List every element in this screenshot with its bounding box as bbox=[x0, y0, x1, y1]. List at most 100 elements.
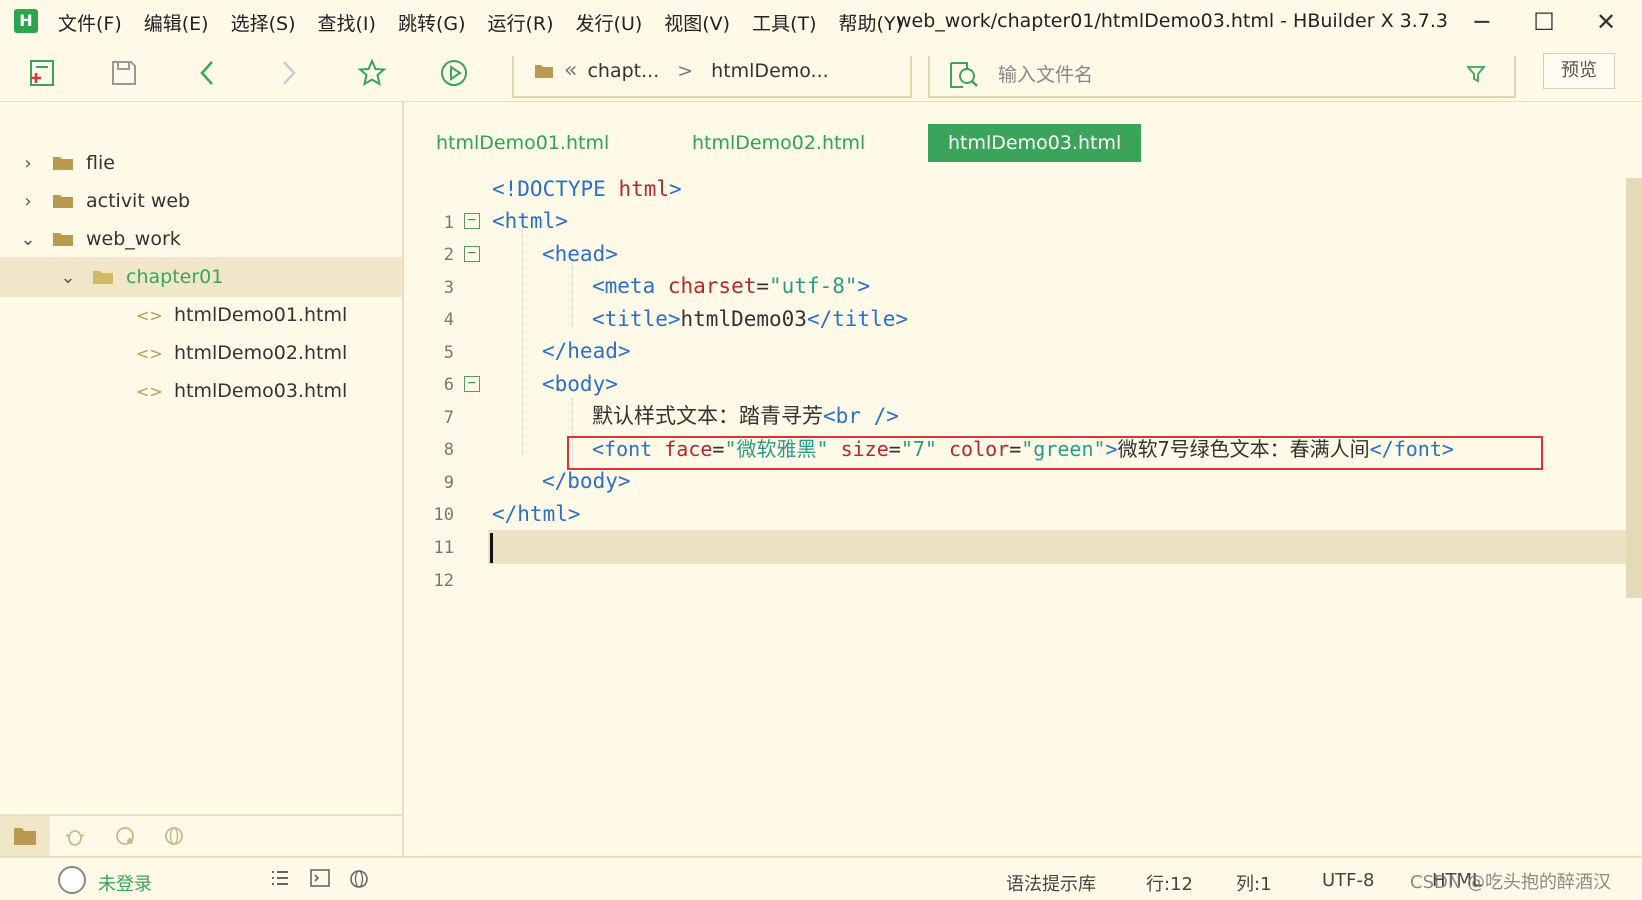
code-line: 2 − <html> bbox=[404, 204, 1626, 265]
cursor-row: 行:12 bbox=[1146, 874, 1193, 895]
code-editor[interactable]: 1 <!DOCTYPE html> 2 − <html> 3 − <head> … bbox=[404, 177, 1626, 808]
tree-item-label: htmlDemo02.html bbox=[174, 342, 348, 364]
chevron-right-icon[interactable]: › bbox=[18, 191, 38, 212]
terminal-icon[interactable] bbox=[310, 868, 330, 893]
favorite-star-icon[interactable] bbox=[354, 55, 390, 91]
preview-button[interactable]: 预览 bbox=[1543, 53, 1615, 89]
file-search-field[interactable]: 输入文件名 bbox=[928, 56, 1516, 98]
code-line: 7 − <body> bbox=[404, 367, 1626, 428]
breadcrumb-item-file[interactable]: htmlDemo... bbox=[711, 60, 829, 82]
folder-open-icon bbox=[93, 271, 113, 284]
fold-toggle-icon[interactable]: − bbox=[464, 376, 480, 392]
menu-run[interactable]: 运行(R) bbox=[488, 9, 554, 36]
tree-item-htmldemo03[interactable]: <> htmlDemo03.html bbox=[0, 371, 402, 411]
current-line-highlight bbox=[488, 530, 1626, 564]
outline-icon[interactable] bbox=[270, 868, 290, 893]
highlight-box bbox=[567, 436, 1543, 470]
forward-arrow-icon[interactable] bbox=[270, 55, 306, 91]
close-window-button[interactable]: ✕ bbox=[1584, 6, 1628, 38]
vertical-scrollbar[interactable] bbox=[1626, 178, 1642, 598]
editor-tabs: htmlDemo01.html htmlDemo02.html htmlDemo… bbox=[404, 102, 1642, 166]
tree-item-htmldemo01[interactable]: <> htmlDemo01.html bbox=[0, 295, 402, 335]
search-file-icon bbox=[948, 60, 980, 94]
line-number: 12 bbox=[433, 571, 454, 591]
folder-icon bbox=[535, 64, 553, 78]
tree-item-activit-web[interactable]: › activit web bbox=[0, 181, 402, 221]
chevron-right-icon[interactable]: › bbox=[18, 153, 38, 174]
menu-find[interactable]: 查找(I) bbox=[318, 9, 376, 36]
tree-item-label: web_work bbox=[86, 228, 181, 250]
browser-globe-icon[interactable] bbox=[348, 868, 370, 895]
menu-edit[interactable]: 编辑(E) bbox=[144, 9, 209, 36]
tree-item-label: flie bbox=[86, 152, 115, 174]
fold-toggle-icon[interactable]: − bbox=[464, 246, 480, 262]
window-title: web_work/chapter01/htmlDemo03.html - HBu… bbox=[896, 10, 1448, 32]
folder-icon bbox=[14, 828, 36, 845]
menu-file[interactable]: 文件(F) bbox=[58, 9, 122, 36]
cursor-col: 列:1 bbox=[1236, 874, 1272, 895]
menu-goto[interactable]: 跳转(G) bbox=[398, 9, 466, 36]
tree-item-label: activit web bbox=[86, 190, 191, 212]
project-sidebar: › flie › activit web ⌄ web_work ⌄ chapte… bbox=[0, 102, 404, 856]
bug-icon bbox=[65, 830, 85, 846]
code-line: 1 <!DOCTYPE html> bbox=[404, 172, 1626, 233]
folder-icon bbox=[53, 233, 73, 246]
menu-select[interactable]: 选择(S) bbox=[231, 9, 296, 36]
breadcrumb-back-icon[interactable]: « bbox=[564, 58, 577, 83]
text-cursor bbox=[490, 533, 493, 563]
search-placeholder: 输入文件名 bbox=[998, 64, 1094, 86]
chevron-down-icon[interactable]: ⌄ bbox=[58, 267, 78, 288]
syntax-library-button[interactable]: 语法提示库 bbox=[1006, 870, 1096, 896]
html-file-icon: <> bbox=[136, 305, 163, 325]
project-manager-tab[interactable] bbox=[0, 816, 50, 856]
code-line-current: 12 bbox=[404, 530, 1626, 591]
refresh-icon bbox=[116, 827, 134, 845]
code-line: 4 <meta charset="utf-8"> bbox=[404, 269, 1626, 330]
html-file-icon: <> bbox=[136, 343, 163, 363]
user-avatar-icon[interactable] bbox=[58, 866, 86, 894]
filter-icon[interactable] bbox=[1466, 64, 1486, 88]
plugin-tab[interactable] bbox=[150, 816, 200, 856]
git-tab[interactable] bbox=[100, 816, 150, 856]
new-file-icon[interactable] bbox=[24, 55, 60, 91]
fold-toggle-icon[interactable]: − bbox=[464, 213, 480, 229]
tree-item-htmldemo02[interactable]: <> htmlDemo02.html bbox=[0, 333, 402, 373]
tab-htmldemo01[interactable]: htmlDemo01.html bbox=[416, 124, 629, 162]
minimize-button[interactable]: ─ bbox=[1460, 6, 1504, 38]
tree-item-label: htmlDemo03.html bbox=[174, 380, 348, 402]
code-line: 8 默认样式文本：踏青寻芳<br /> bbox=[404, 399, 1626, 460]
tree-item-label: htmlDemo01.html bbox=[174, 304, 348, 326]
tab-htmldemo02[interactable]: htmlDemo02.html bbox=[672, 124, 885, 162]
tree-item-label: chapter01 bbox=[126, 266, 224, 288]
breadcrumb-item-chapter[interactable]: chapt... bbox=[587, 60, 659, 82]
folder-icon bbox=[53, 157, 73, 170]
login-status[interactable]: 未登录 bbox=[98, 870, 152, 896]
tree-item-flie[interactable]: › flie bbox=[0, 143, 402, 183]
menu-view[interactable]: 视图(V) bbox=[664, 9, 730, 36]
tree-item-chapter01[interactable]: ⌄ chapter01 bbox=[0, 257, 402, 297]
sidebar-panel-tabs bbox=[0, 814, 402, 856]
encoding-selector[interactable]: UTF-8 bbox=[1322, 870, 1374, 891]
save-icon[interactable] bbox=[106, 55, 142, 91]
code-line: 5 <title>htmlDemo03</title> bbox=[404, 302, 1626, 363]
code-line: 11 </html> bbox=[404, 497, 1626, 558]
app-window: H 文件(F) 编辑(E) 选择(S) 查找(I) 跳转(G) 运行(R) 发行… bbox=[0, 0, 1642, 900]
tab-htmldemo03[interactable]: htmlDemo03.html bbox=[928, 124, 1142, 162]
watermark: CSDN @吃头抱的醉酒汉 bbox=[1410, 872, 1612, 893]
code-line: 6 </head> bbox=[404, 334, 1626, 395]
maximize-button[interactable]: ☐ bbox=[1522, 6, 1566, 38]
folder-icon bbox=[53, 195, 73, 208]
html-file-icon: <> bbox=[136, 381, 163, 401]
tree-item-web-work[interactable]: ⌄ web_work bbox=[0, 219, 402, 259]
back-arrow-icon[interactable] bbox=[190, 55, 226, 91]
breadcrumb: « chapt... > htmlDemo... bbox=[512, 56, 912, 98]
menu-tools[interactable]: 工具(T) bbox=[752, 9, 816, 36]
globe-icon bbox=[165, 827, 183, 845]
code-line: 3 − <head> bbox=[404, 237, 1626, 298]
menu-publish[interactable]: 发行(U) bbox=[576, 9, 643, 36]
menu-help[interactable]: 帮助(Y) bbox=[839, 9, 903, 36]
chevron-down-icon[interactable]: ⌄ bbox=[18, 229, 38, 250]
debug-tab[interactable] bbox=[50, 816, 100, 856]
run-play-icon[interactable] bbox=[436, 55, 472, 91]
breadcrumb-separator: > bbox=[677, 59, 694, 82]
